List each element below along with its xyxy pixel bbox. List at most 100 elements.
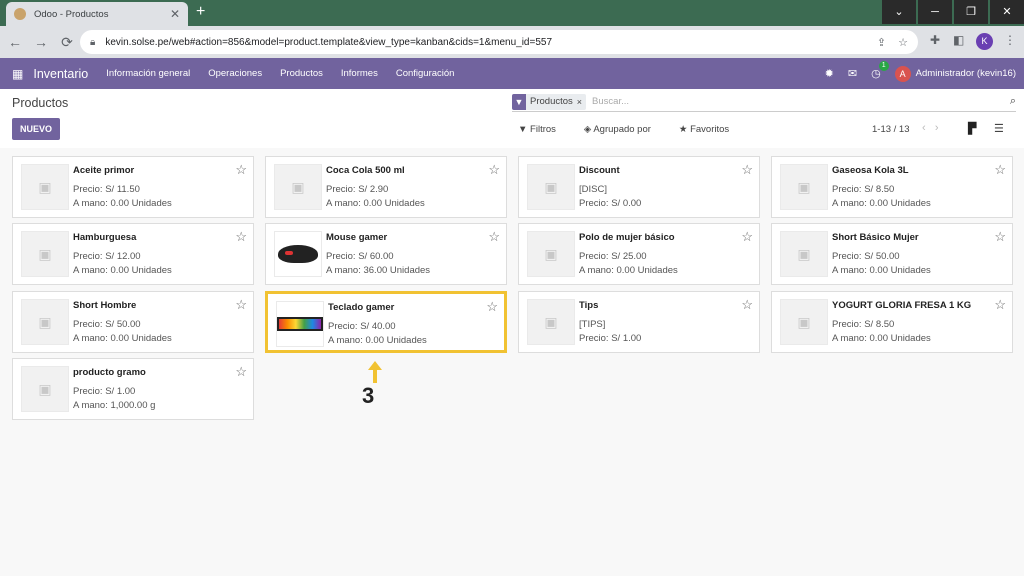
favorite-star-icon[interactable]: ☆ (488, 162, 500, 178)
product-detail-2: Precio: S/ 1.00 (579, 333, 642, 344)
favorite-star-icon[interactable]: ☆ (235, 364, 247, 380)
forward-arrow-icon[interactable]: → (30, 34, 52, 50)
bookmark-star-icon[interactable]: ☆ (898, 36, 908, 49)
product-card[interactable]: Mouse gamer Precio: S/ 60.00 A mano: 36.00… (265, 223, 507, 285)
tab-title: Odoo - Productos (34, 8, 109, 20)
favorite-star-icon[interactable]: ☆ (235, 229, 247, 245)
minimize-button[interactable]: ─ (918, 0, 952, 24)
product-image (274, 231, 322, 277)
product-image (276, 301, 324, 347)
product-name: Discount (579, 165, 620, 176)
product-image: ▣ (527, 164, 575, 210)
user-avatar[interactable]: A (894, 65, 911, 82)
product-detail-1: Precio: S/ 8.50 (832, 184, 895, 195)
callout-step-number: 3 (362, 383, 375, 408)
more-menu-icon[interactable]: ⋮ (1004, 33, 1016, 47)
product-card[interactable]: ▣ Polo de mujer básico Precio: S/ 25.00 A m… (518, 223, 760, 285)
side-panel-icon[interactable]: ◧ (953, 33, 964, 47)
product-name: Short Básico Mujer (832, 232, 919, 243)
product-card[interactable]: ▣ YOGURT GLORIA FRESA 1 KG Precio: S/ 8.50… (771, 291, 1013, 353)
product-detail-2: A mano: 0.00 Unidades (326, 198, 425, 209)
facet-remove-icon[interactable]: × (577, 97, 586, 107)
product-detail-2: A mano: 36.00 Unidades (326, 265, 431, 276)
apps-grid-icon[interactable]: ▦ (12, 67, 23, 81)
product-detail-1: Precio: S/ 50.00 (832, 251, 900, 262)
product-name: producto gramo (73, 367, 146, 378)
product-name: YOGURT GLORIA FRESA 1 KG (832, 300, 972, 311)
placeholder-image-icon: ▣ (38, 380, 52, 397)
product-image: ▣ (527, 231, 575, 277)
restore-button[interactable]: ❐ (954, 0, 988, 24)
product-card[interactable]: ▣ Short Hombre Precio: S/ 50.00 A mano: 0.0… (12, 291, 254, 353)
list-view-icon[interactable]: ☰ (994, 122, 1004, 135)
product-detail-2: A mano: 0.00 Unidades (328, 335, 427, 346)
extensions-puzzle-icon[interactable]: ✚ (930, 33, 940, 47)
browser-tab[interactable]: Odoo - Productos ✕ (6, 2, 188, 26)
menu-operaciones[interactable]: Operaciones (208, 68, 262, 79)
favorites-button[interactable]: ★ Favoritos (679, 124, 743, 135)
filters-button[interactable]: ▼ Filtros (518, 124, 570, 135)
back-arrow-icon[interactable]: ← (4, 34, 26, 50)
chat-icon[interactable]: ✉ (848, 67, 857, 80)
favorite-star-icon[interactable]: ☆ (994, 162, 1006, 178)
facet-label: Productos (530, 96, 573, 107)
product-card[interactable]: ▣ producto gramo Precio: S/ 1.00 A mano: 1,… (12, 358, 254, 420)
product-name: Aceite primor (73, 165, 135, 176)
pager-value[interactable]: 1-13 / 13 (872, 124, 910, 135)
menu-informes[interactable]: Informes (341, 68, 378, 79)
product-image: ▣ (21, 231, 69, 277)
favorite-star-icon[interactable]: ☆ (486, 299, 498, 315)
debug-bug-icon[interactable]: ✹ (825, 67, 834, 80)
filters-label: Filtros (530, 124, 556, 135)
favorite-star-icon[interactable]: ☆ (741, 229, 753, 245)
address-bar: ← → ⟳ 🔒︎ kevin.solse.pe/web#action=856&m… (0, 26, 1024, 58)
product-detail-1: Precio: S/ 12.00 (73, 251, 141, 262)
favorite-star-icon[interactable]: ☆ (235, 162, 247, 178)
breadcrumb: Productos (12, 96, 69, 110)
placeholder-image-icon: ▣ (544, 313, 558, 330)
menu-configuracion[interactable]: Configuración (396, 68, 455, 79)
lock-icon[interactable]: 🔒︎ (90, 37, 95, 48)
product-card[interactable]: ▣ Short Básico Mujer Precio: S/ 50.00 A man… (771, 223, 1013, 285)
group-by-button[interactable]: ◈ Agrupado por (584, 124, 665, 135)
product-card[interactable]: ▣ Discount [DISC] Precio: S/ 0.00 ☆ (518, 156, 760, 218)
favorite-star-icon[interactable]: ☆ (741, 162, 753, 178)
pager-previous-icon[interactable]: ‹ (922, 122, 926, 134)
search-input[interactable]: Buscar... (592, 96, 1010, 107)
product-card[interactable]: ▣ Coca Cola 500 ml Precio: S/ 2.90 A mano: … (265, 156, 507, 218)
favorite-star-icon[interactable]: ☆ (994, 229, 1006, 245)
placeholder-image-icon: ▣ (544, 178, 558, 195)
product-name: Polo de mujer básico (579, 232, 675, 243)
activity-clock-icon[interactable]: ◷ 1 (871, 61, 889, 80)
reload-icon[interactable]: ⟳ (56, 34, 78, 51)
favorite-star-icon[interactable]: ☆ (741, 297, 753, 313)
close-window-button[interactable]: ✕ (990, 0, 1024, 24)
new-button[interactable]: NUEVO (12, 118, 60, 140)
user-menu[interactable]: Administrador (kevin16) (916, 68, 1016, 79)
pager-next-icon[interactable]: › (935, 122, 939, 134)
share-icon[interactable]: ⇪ (877, 36, 886, 49)
app-name[interactable]: Inventario (33, 67, 88, 81)
menu-informacion-general[interactable]: Información general (106, 68, 190, 79)
search-options: ▼ Filtros ◈ Agrupado por ★ Favoritos (518, 124, 757, 135)
kanban-view-icon[interactable]: ▛ (968, 122, 982, 136)
search-icon[interactable]: ⌕ (1010, 95, 1016, 108)
profile-avatar[interactable]: K (976, 33, 993, 50)
favorite-star-icon[interactable]: ☆ (994, 297, 1006, 313)
menu-productos[interactable]: Productos (280, 68, 323, 79)
product-detail-2: A mano: 0.00 Unidades (73, 265, 172, 276)
search-facet[interactable]: ▼ Productos × (512, 93, 587, 110)
url-input[interactable]: 🔒︎ kevin.solse.pe/web#action=856&model=p… (80, 30, 918, 54)
tab-close-icon[interactable]: ✕ (170, 7, 180, 21)
product-card[interactable]: ▣ Gaseosa Kola 3L Precio: S/ 8.50 A mano: 0… (771, 156, 1013, 218)
product-card[interactable]: ▣ Hamburguesa Precio: S/ 12.00 A mano: 0.00… (12, 223, 254, 285)
new-tab-button[interactable]: + (196, 3, 205, 21)
product-card[interactable]: ▣ Tips [TIPS] Precio: S/ 1.00 ☆ (518, 291, 760, 353)
favorite-star-icon[interactable]: ☆ (235, 297, 247, 313)
product-card[interactable]: Teclado gamer Precio: S/ 40.00 A mano: 0.0… (265, 291, 507, 353)
tab-search-icon[interactable]: ⌄ (882, 0, 916, 24)
favorite-star-icon[interactable]: ☆ (488, 229, 500, 245)
product-card[interactable]: ▣ Aceite primor Precio: S/ 11.50 A mano: 0.… (12, 156, 254, 218)
product-detail-2: A mano: 0.00 Unidades (832, 333, 931, 344)
url-text[interactable]: kevin.solse.pe/web#action=856&model=prod… (105, 37, 865, 48)
